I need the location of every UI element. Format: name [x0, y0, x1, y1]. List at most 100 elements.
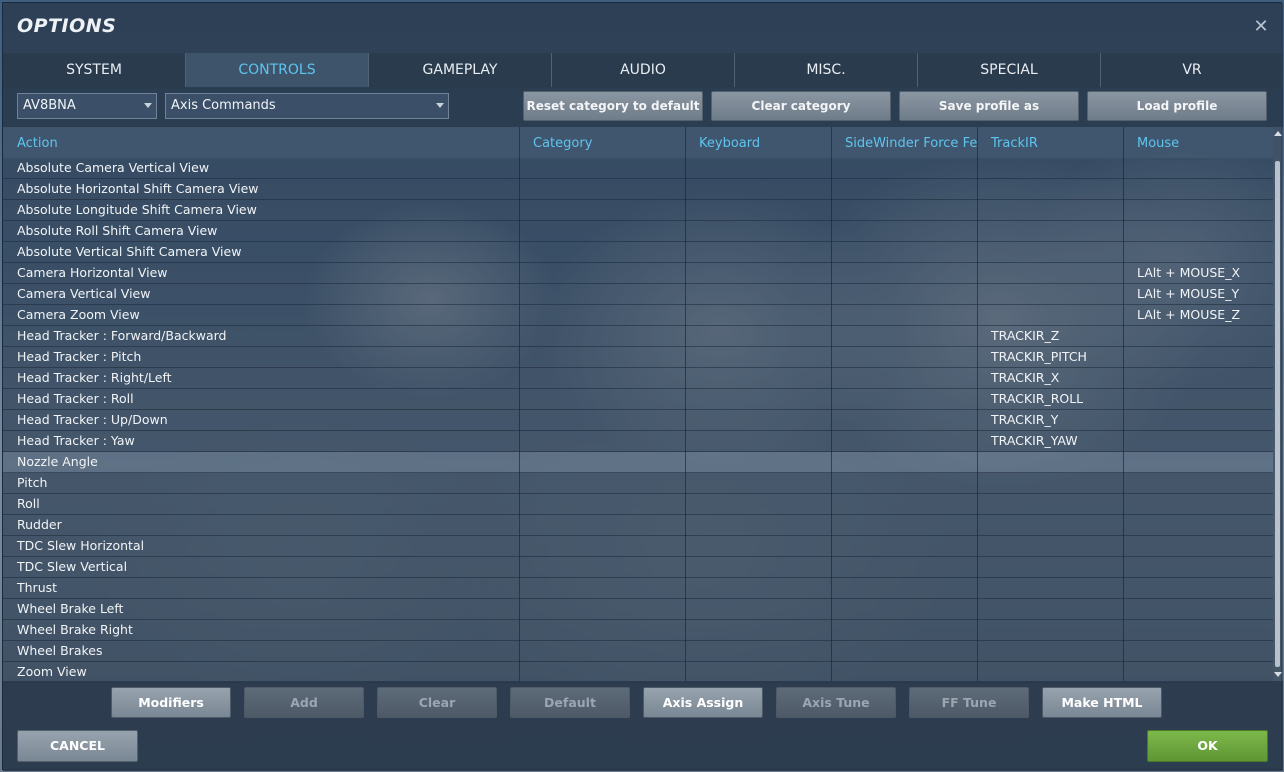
- table-row[interactable]: Nozzle Angle: [3, 452, 1273, 473]
- category-select[interactable]: Axis Commands: [165, 93, 449, 119]
- cell-sidewinder[interactable]: [831, 221, 977, 242]
- column-header-action[interactable]: Action: [3, 127, 519, 160]
- cell-keyboard[interactable]: [685, 662, 831, 683]
- scroll-thumb[interactable]: [1275, 161, 1280, 667]
- cell-action[interactable]: TDC Slew Vertical: [3, 557, 519, 578]
- cell-keyboard[interactable]: [685, 536, 831, 557]
- cell-keyboard[interactable]: [685, 284, 831, 305]
- scroll-up-icon[interactable]: [1274, 131, 1282, 136]
- cell-sidewinder[interactable]: [831, 242, 977, 263]
- cell-keyboard[interactable]: [685, 410, 831, 431]
- cell-action[interactable]: Head Tracker : Right/Left: [3, 368, 519, 389]
- cell-action[interactable]: Head Tracker : Forward/Backward: [3, 326, 519, 347]
- cell-action[interactable]: Camera Horizontal View: [3, 263, 519, 284]
- cell-trackir[interactable]: [977, 200, 1123, 221]
- table-row[interactable]: Roll: [3, 494, 1273, 515]
- cell-sidewinder[interactable]: [831, 557, 977, 578]
- cell-trackir[interactable]: TRACKIR_ROLL: [977, 389, 1123, 410]
- ff-tune-button[interactable]: FF Tune: [909, 687, 1029, 718]
- cell-keyboard[interactable]: [685, 473, 831, 494]
- load-profile-button[interactable]: Load profile: [1087, 91, 1267, 121]
- cell-mouse[interactable]: [1123, 662, 1273, 683]
- cell-action[interactable]: Nozzle Angle: [3, 452, 519, 473]
- cell-mouse[interactable]: [1123, 536, 1273, 557]
- scroll-down-icon[interactable]: [1274, 672, 1282, 677]
- table-row[interactable]: Head Tracker : Forward/Backward TRACKIR_Z: [3, 326, 1273, 347]
- cell-mouse[interactable]: [1123, 557, 1273, 578]
- column-header-category[interactable]: Category: [519, 127, 685, 160]
- cell-category[interactable]: [519, 641, 685, 662]
- table-row[interactable]: Camera Zoom View LAlt + MOUSE_Z: [3, 305, 1273, 326]
- cell-keyboard[interactable]: [685, 326, 831, 347]
- table-row[interactable]: Pitch: [3, 473, 1273, 494]
- cell-action[interactable]: Head Tracker : Up/Down: [3, 410, 519, 431]
- cell-action[interactable]: Rudder: [3, 515, 519, 536]
- cell-keyboard[interactable]: [685, 515, 831, 536]
- cell-sidewinder[interactable]: [831, 620, 977, 641]
- add-button[interactable]: Add: [244, 687, 364, 718]
- cell-keyboard[interactable]: [685, 452, 831, 473]
- table-row[interactable]: Head Tracker : Pitch TRACKIR_PITCH: [3, 347, 1273, 368]
- cell-keyboard[interactable]: [685, 305, 831, 326]
- cell-action[interactable]: Wheel Brake Right: [3, 620, 519, 641]
- cell-category[interactable]: [519, 431, 685, 452]
- table-row[interactable]: Absolute Vertical Shift Camera View: [3, 242, 1273, 263]
- cell-action[interactable]: Absolute Vertical Shift Camera View: [3, 242, 519, 263]
- cell-keyboard[interactable]: [685, 389, 831, 410]
- table-row[interactable]: Absolute Longitude Shift Camera View: [3, 200, 1273, 221]
- table-row[interactable]: Wheel Brakes: [3, 641, 1273, 662]
- cell-trackir[interactable]: [977, 284, 1123, 305]
- cell-sidewinder[interactable]: [831, 368, 977, 389]
- cell-category[interactable]: [519, 179, 685, 200]
- table-scrollbar[interactable]: [1273, 127, 1283, 681]
- cell-category[interactable]: [519, 284, 685, 305]
- table-row[interactable]: Zoom View: [3, 662, 1273, 683]
- cell-category[interactable]: [519, 536, 685, 557]
- cell-action[interactable]: Zoom View: [3, 662, 519, 683]
- tab-controls[interactable]: CONTROLS: [186, 53, 369, 87]
- cell-action[interactable]: Wheel Brake Left: [3, 599, 519, 620]
- cell-trackir[interactable]: [977, 242, 1123, 263]
- cell-sidewinder[interactable]: [831, 641, 977, 662]
- cell-mouse[interactable]: LAlt + MOUSE_Z: [1123, 305, 1273, 326]
- cell-action[interactable]: Pitch: [3, 473, 519, 494]
- cell-keyboard[interactable]: [685, 242, 831, 263]
- table-row[interactable]: Thrust: [3, 578, 1273, 599]
- cell-mouse[interactable]: [1123, 221, 1273, 242]
- cell-sidewinder[interactable]: [831, 284, 977, 305]
- cell-mouse[interactable]: [1123, 347, 1273, 368]
- cell-keyboard[interactable]: [685, 158, 831, 179]
- column-header-keyboard[interactable]: Keyboard: [685, 127, 831, 160]
- cell-mouse[interactable]: [1123, 515, 1273, 536]
- cell-trackir[interactable]: [977, 494, 1123, 515]
- tab-audio[interactable]: AUDIO: [552, 53, 735, 87]
- cell-sidewinder[interactable]: [831, 263, 977, 284]
- cell-category[interactable]: [519, 494, 685, 515]
- cell-sidewinder[interactable]: [831, 494, 977, 515]
- cell-sidewinder[interactable]: [831, 578, 977, 599]
- cell-trackir[interactable]: TRACKIR_Z: [977, 326, 1123, 347]
- cell-action[interactable]: Roll: [3, 494, 519, 515]
- save-profile-button[interactable]: Save profile as: [899, 91, 1079, 121]
- cell-mouse[interactable]: [1123, 599, 1273, 620]
- cell-trackir[interactable]: [977, 473, 1123, 494]
- cell-action[interactable]: Wheel Brakes: [3, 641, 519, 662]
- table-row[interactable]: Camera Horizontal View LAlt + MOUSE_X: [3, 263, 1273, 284]
- cell-category[interactable]: [519, 473, 685, 494]
- cell-trackir[interactable]: [977, 536, 1123, 557]
- cell-trackir[interactable]: [977, 557, 1123, 578]
- cell-mouse[interactable]: [1123, 200, 1273, 221]
- cell-category[interactable]: [519, 620, 685, 641]
- cell-category[interactable]: [519, 410, 685, 431]
- cell-action[interactable]: Camera Zoom View: [3, 305, 519, 326]
- table-row[interactable]: Wheel Brake Left: [3, 599, 1273, 620]
- cell-keyboard[interactable]: [685, 557, 831, 578]
- cell-category[interactable]: [519, 158, 685, 179]
- cell-category[interactable]: [519, 305, 685, 326]
- cell-mouse[interactable]: [1123, 242, 1273, 263]
- table-row[interactable]: TDC Slew Vertical: [3, 557, 1273, 578]
- clear-category-button[interactable]: Clear category: [711, 91, 891, 121]
- cell-sidewinder[interactable]: [831, 179, 977, 200]
- table-row[interactable]: Head Tracker : Up/Down TRACKIR_Y: [3, 410, 1273, 431]
- cell-category[interactable]: [519, 578, 685, 599]
